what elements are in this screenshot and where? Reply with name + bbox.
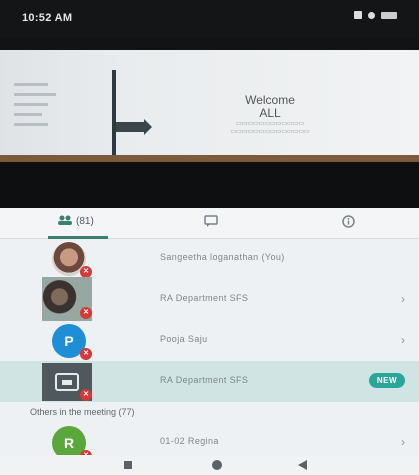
participant-row[interactable]: ✕ RA Department SFS › <box>0 277 419 321</box>
chat-icon <box>204 215 218 230</box>
info-icon <box>342 215 355 231</box>
back-button[interactable] <box>298 460 307 470</box>
mic-off-icon: ✕ <box>80 389 92 401</box>
slide-title-line2: ALL <box>259 106 281 120</box>
signpost-arrow <box>116 119 152 135</box>
video-dark-area <box>0 162 419 208</box>
mic-off-icon: ✕ <box>80 307 92 319</box>
slide-sidebar <box>14 76 66 156</box>
new-badge: NEW <box>368 373 405 388</box>
tab-people-count: (81) <box>76 216 94 227</box>
participant-row[interactable]: P ✕ Pooja Saju › <box>0 320 419 361</box>
recent-apps-button[interactable] <box>124 461 132 469</box>
home-button[interactable] <box>212 460 222 470</box>
people-icon <box>58 215 72 228</box>
chevron-right-icon: › <box>401 292 405 306</box>
participant-name: Pooja Saju <box>160 334 208 344</box>
system-nav-bar <box>0 455 419 475</box>
participant-name: 01-02 Regina <box>160 436 219 446</box>
participant-list: ✕ Sangeetha loganathan (You) ✕ RA Depart… <box>0 238 419 463</box>
participant-name: Sangeetha loganathan (You) <box>160 252 285 262</box>
status-bar: 10:52 AM <box>0 0 419 38</box>
chevron-right-icon: › <box>401 435 405 449</box>
slide-subtitle-lines: ▭▭▭▭▭▭▭▭▭▭▭▭ ▭▭▭▭▭▭▭▭▭▭▭▭▭▭ <box>230 121 310 135</box>
tab-bar: (81) <box>0 208 419 239</box>
participant-name: RA Department SFS <box>160 375 249 385</box>
others-section-header: Others in the meeting (77) <box>30 407 135 417</box>
participant-row[interactable]: ✕ Sangeetha loganathan (You) <box>0 238 419 279</box>
tab-info[interactable] <box>342 215 355 231</box>
participant-row-selected[interactable]: ✕ RA Department SFS NEW <box>0 361 419 402</box>
shared-screen[interactable]: Welcome ALL ▭▭▭▭▭▭▭▭▭▭▭▭ ▭▭▭▭▭▭▭▭▭▭▭▭▭▭ <box>0 50 419 162</box>
status-icons <box>354 11 397 19</box>
mic-off-icon: ✕ <box>80 348 92 360</box>
status-time: 10:52 AM <box>22 12 73 24</box>
slide-title: Welcome ALL ▭▭▭▭▭▭▭▭▭▭▭▭ ▭▭▭▭▭▭▭▭▭▭▭▭▭▭ <box>210 94 330 136</box>
tab-chat[interactable] <box>204 215 218 230</box>
battery-icon <box>381 11 397 19</box>
signal-icon <box>368 11 375 19</box>
notification-icon <box>354 11 362 19</box>
present-screen-icon <box>55 373 79 391</box>
top-strip <box>0 38 419 50</box>
tab-people[interactable]: (81) <box>58 215 94 228</box>
slide-footer-bar <box>0 155 419 162</box>
chevron-right-icon: › <box>401 333 405 347</box>
signpost-pole <box>112 70 116 156</box>
participant-name: RA Department SFS <box>160 293 249 303</box>
